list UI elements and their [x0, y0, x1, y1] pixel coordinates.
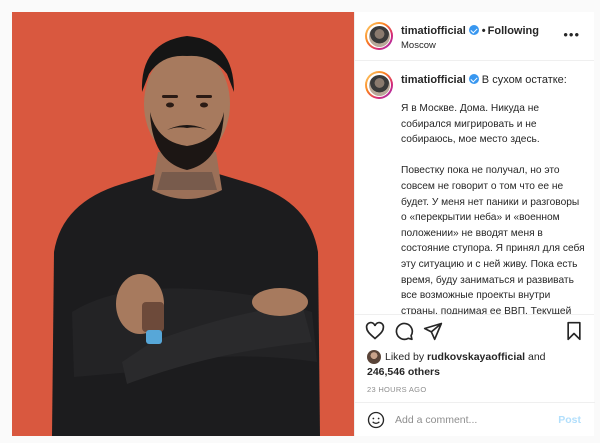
following-button[interactable]: Following: [488, 25, 539, 37]
post-timestamp[interactable]: 23 HOURS AGO: [355, 375, 594, 397]
comment-box: Add a comment... Post: [355, 402, 595, 436]
verified-badge-icon: [468, 74, 479, 84]
caption-text: Я в Москве. Дома. Никуда не собирался ми…: [401, 101, 585, 315]
caption-avatar[interactable]: [365, 71, 393, 99]
separator-dot: •: [481, 25, 486, 37]
author-avatar[interactable]: [365, 22, 393, 50]
post-comment-button[interactable]: Post: [558, 414, 581, 426]
caption-intro: В сухом остатке:: [481, 74, 567, 86]
verified-badge-icon: [468, 25, 479, 35]
location-link[interactable]: Moscow: [401, 40, 436, 51]
caption-username[interactable]: timatiofficial: [401, 74, 466, 86]
comment-icon[interactable]: [394, 321, 414, 346]
post-details-panel: timatiofficial • Following Moscow ••• tima…: [354, 12, 595, 436]
header-user-line: timatiofficial • Following: [401, 25, 539, 37]
caption-paragraph: Повестку пока не получал, но это совсем …: [401, 165, 585, 315]
liked-by-prefix: Liked by: [385, 351, 425, 363]
author-username[interactable]: timatiofficial: [401, 25, 466, 37]
comment-input[interactable]: Add a comment...: [395, 414, 477, 426]
likes-summary: Liked by rudkovskayaofficial and 246,546…: [355, 347, 594, 378]
post-modal: timatiofficial • Following Moscow ••• tima…: [0, 0, 600, 443]
heart-icon[interactable]: [365, 321, 385, 346]
post-header: timatiofficial • Following Moscow •••: [355, 12, 594, 61]
liked-by-line: Liked by rudkovskayaofficial and: [385, 351, 546, 363]
liked-by-user[interactable]: rudkovskayaofficial: [427, 351, 525, 363]
caption-header: timatiofficial В сухом остатке:: [401, 74, 567, 86]
liker-avatar[interactable]: [367, 350, 381, 364]
more-options-icon[interactable]: •••: [563, 28, 580, 41]
bookmark-icon[interactable]: [565, 321, 583, 346]
post-image[interactable]: [12, 12, 354, 436]
emoji-icon[interactable]: [367, 411, 385, 434]
action-bar: [355, 315, 594, 347]
liked-by-and: and: [528, 351, 546, 363]
share-icon[interactable]: [423, 321, 443, 346]
caption-paragraph: Я в Москве. Дома. Никуда не собирался ми…: [401, 103, 540, 146]
caption-area: timatiofficial В сухом остатке: Я в Москв…: [355, 61, 594, 315]
portrait-illustration: [12, 12, 354, 436]
